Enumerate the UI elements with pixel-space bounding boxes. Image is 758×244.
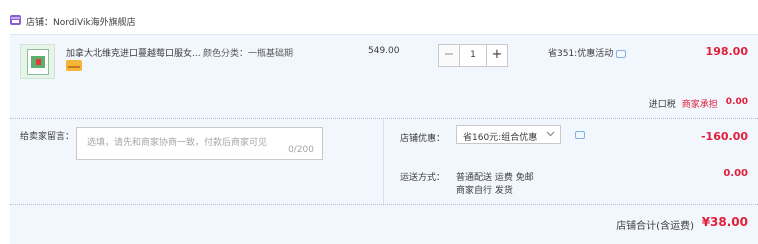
quantity-stepper: − 1 + — [438, 44, 508, 67]
shipping-label: 运送方式： — [400, 173, 446, 183]
shop-coupon-label: 店铺优惠： — [400, 134, 446, 144]
options-divider — [383, 119, 384, 205]
card-icon — [66, 60, 82, 71]
shop-icon — [10, 15, 21, 25]
chevron-down-icon — [546, 131, 555, 137]
shop-total-amount: ¥38.00 — [701, 215, 748, 229]
import-tax-bearer: 商家承担 — [681, 100, 718, 110]
shipping-option-merchant: 商家自行 发货 — [456, 186, 513, 196]
quantity-input[interactable]: 1 — [460, 44, 486, 67]
item-total: 198.00 — [705, 45, 748, 58]
increase-quantity-button[interactable]: + — [486, 44, 508, 67]
order-options: 给卖家留言： 选填，请先和商家协商一致，付款后商家可见 0/200 店铺优惠： … — [10, 118, 758, 205]
shop-coupon-amount: -160.00 — [700, 130, 748, 143]
import-tax-line: 进口税 商家承担 0.00 — [649, 97, 748, 110]
shop-summary: 店铺合计(含运费) ¥38.00 — [10, 204, 758, 244]
shop-coupon-value: 省160元:组合优惠 — [463, 133, 538, 143]
seller-message-label: 给卖家留言： — [20, 132, 75, 142]
product-sku: 颜色分类：一瓶基础期 — [203, 49, 294, 59]
shipping-option-standard: 普通配送 运费 免邮 — [456, 173, 534, 183]
decrease-quantity-button[interactable]: − — [438, 44, 460, 67]
unit-price: 549.00 — [368, 46, 400, 56]
product-title[interactable]: 加拿大北维克进口蔓越莓口服女... — [66, 46, 201, 59]
seller-message-input[interactable]: 选填，请先和商家协商一致，付款后商家可见 0/200 — [76, 127, 323, 160]
import-tax-label: 进口税 — [648, 100, 676, 110]
cart-item: 加拿大北维克进口蔓越莓口服女... 颜色分类：一瓶基础期 549.00 − 1 … — [10, 34, 758, 118]
promo-info: 省351:优惠活动 — [548, 46, 627, 59]
shop-coupon-select[interactable]: 省160元:组合优惠 — [456, 125, 561, 144]
product-image — [27, 49, 49, 75]
seller-message-placeholder: 选填，请先和商家协商一致，付款后商家可见 — [87, 138, 268, 148]
shop-header: 店铺：NordiVik海外旗舰店 — [0, 0, 758, 34]
promo-info-icon[interactable] — [616, 49, 627, 58]
product-thumbnail[interactable] — [20, 44, 55, 79]
shipping-amount: 0.00 — [723, 168, 748, 179]
shop-total-label: 店铺合计(含运费) — [616, 221, 694, 232]
shop-name[interactable]: 店铺：NordiVik海外旗舰店 — [26, 15, 136, 28]
import-tax-amount: 0.00 — [725, 97, 748, 107]
seller-message-counter: 0/200 — [288, 145, 314, 155]
coupon-info-icon[interactable] — [575, 131, 585, 139]
promo-text: 省351:优惠活动 — [548, 49, 614, 59]
